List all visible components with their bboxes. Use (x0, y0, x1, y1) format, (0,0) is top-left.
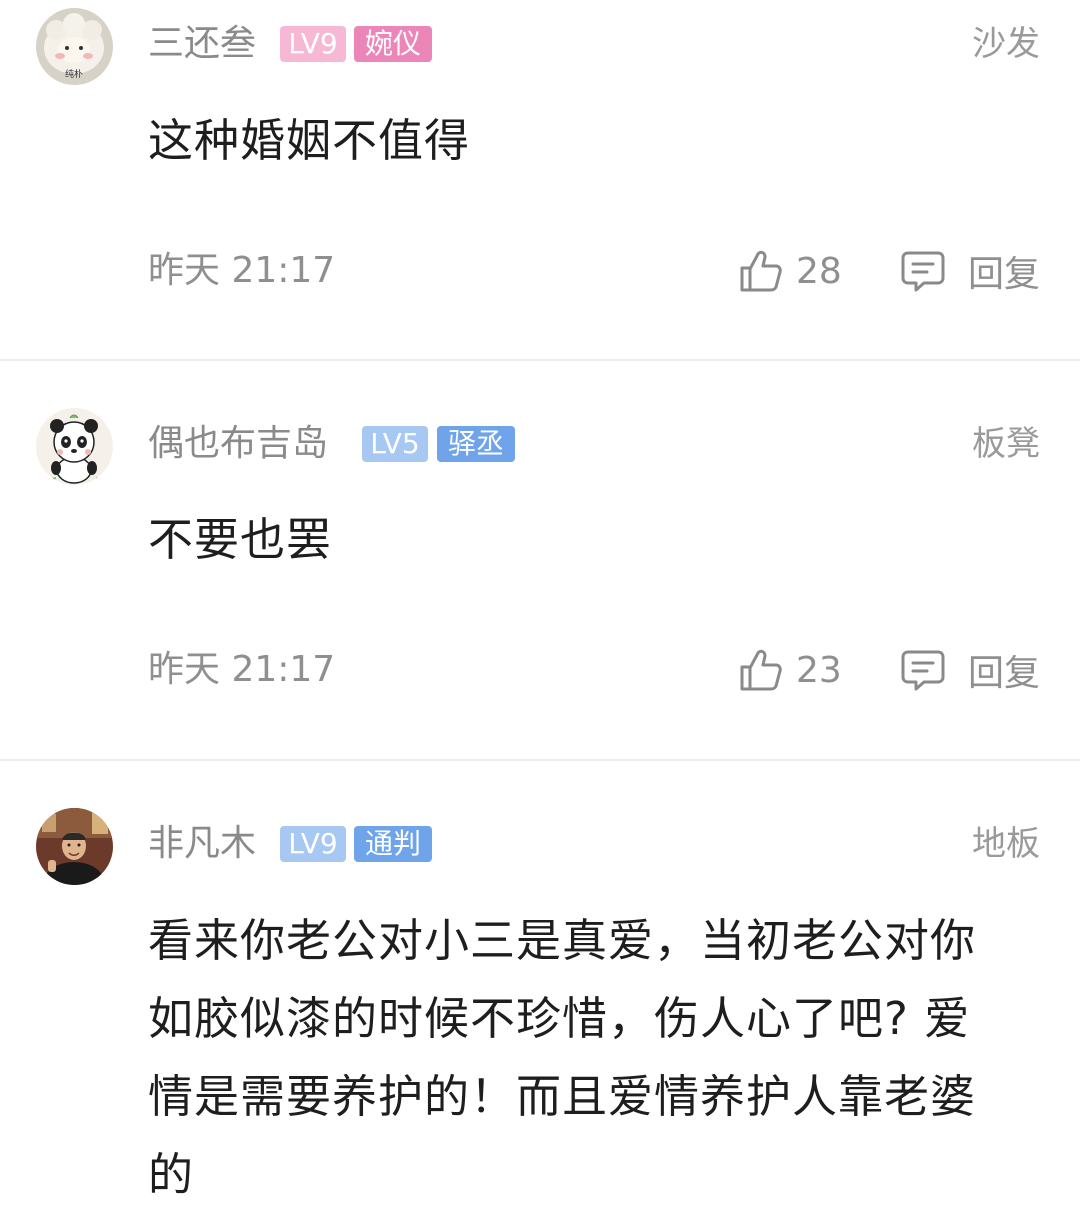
avatar[interactable] (36, 408, 113, 485)
reply-label: 回复 (968, 254, 1041, 295)
like-button[interactable]: 23 (738, 645, 842, 695)
level-badge: LV9 (280, 26, 346, 62)
panda-avatar-icon (36, 408, 113, 485)
level-badge: LV9 (280, 826, 346, 862)
reply-button[interactable]: 回复 (900, 645, 1040, 695)
level-badge: LV5 (362, 426, 428, 462)
avatar-caption: 纯朴 (65, 68, 83, 80)
floor-label: 沙发 (972, 24, 1040, 64)
reply-label: 回复 (968, 653, 1041, 694)
comment-text: 这种婚姻不值得 (148, 114, 471, 167)
like-button[interactable]: 28 (738, 246, 842, 296)
username[interactable]: 三还叁 (148, 22, 256, 66)
comment-text: 不要也罢 (148, 513, 333, 566)
title-badge: 通判 (354, 826, 432, 862)
title-badge: 婉仪 (354, 26, 432, 62)
username[interactable]: 偶也布吉岛 (148, 422, 328, 466)
comment-bubble-icon (901, 251, 945, 292)
avatar[interactable] (36, 808, 113, 885)
person-photo-avatar-icon (36, 808, 113, 885)
floor-label: 地板 (972, 824, 1040, 864)
sheep-avatar-icon: 纯朴 (36, 8, 113, 85)
thumbs-up-icon (740, 250, 782, 292)
comment-bubble-icon (901, 650, 945, 691)
avatar[interactable]: 纯朴 (36, 8, 113, 85)
like-count: 23 (796, 649, 842, 691)
reply-button[interactable]: 回复 (900, 246, 1040, 296)
username[interactable]: 非凡木 (148, 822, 256, 866)
comment-text: 看来你老公对小三是真爱，当初老公对你如胶似漆的时候不珍惜，伤人心了吧? 爱情是需… (148, 914, 977, 1201)
comment-item: 偶也布吉岛 LV5 驿丞 板凳 不要也罢 昨天 21:17 23 回复 (0, 361, 1080, 759)
thumbs-up-icon (740, 649, 782, 691)
title-badge: 驿丞 (437, 426, 515, 462)
comment-item: 非凡木 LV9 通判 地板 看来你老公对小三是真爱，当初老公对你如胶似漆的时候不… (0, 761, 1080, 1223)
timestamp: 昨天 21:17 (148, 649, 336, 690)
floor-label: 板凳 (972, 424, 1040, 464)
comment-item: 纯朴 三还叁 LV9 婉仪 沙发 这种婚姻不值得 昨天 21:17 28 回复 (0, 0, 1080, 360)
like-count: 28 (796, 250, 842, 292)
timestamp: 昨天 21:17 (148, 250, 336, 291)
